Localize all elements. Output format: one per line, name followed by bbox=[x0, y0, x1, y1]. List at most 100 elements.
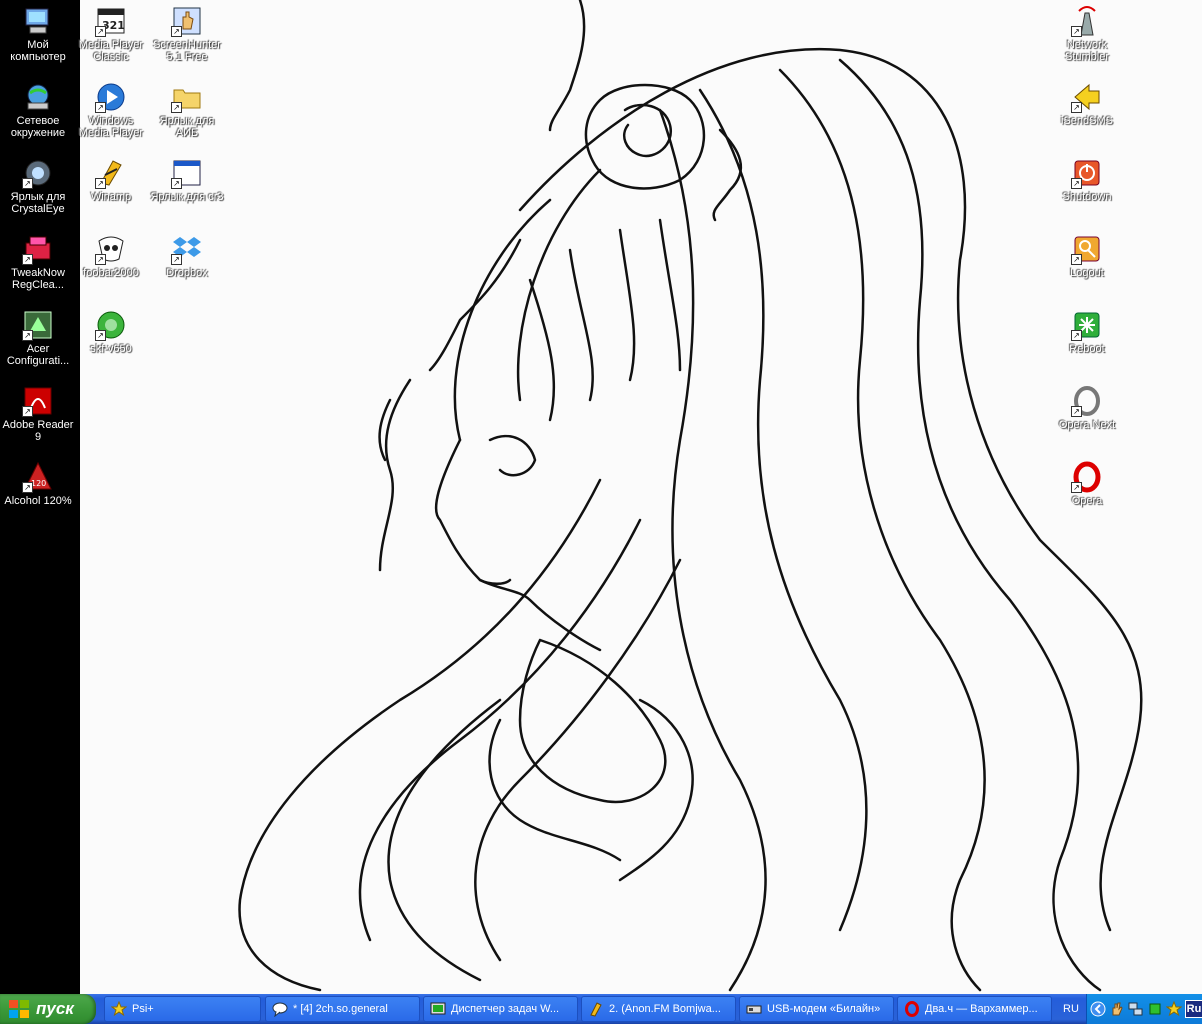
desktop-icon-label: Windows Media Player bbox=[78, 115, 144, 139]
desktop-icon-window[interactable]: ↗ Ярлык для cr3 bbox=[149, 154, 225, 203]
screenhunter-icon: ↗ bbox=[171, 5, 203, 37]
desktop-icon-screenhunter[interactable]: ↗ ScreenHunter 5.1 Free bbox=[149, 2, 225, 63]
desktop-icon-label: foobar2000 bbox=[83, 267, 139, 279]
my-computer-icon bbox=[22, 5, 54, 37]
taskbar-button-label: USB-модем «Билайн» bbox=[767, 1003, 881, 1015]
desktop-icon-crystaleye[interactable]: ↗ Ярлык для CrystalEye bbox=[0, 154, 76, 215]
taskbar-button[interactable]: USB-модем «Билайн» bbox=[739, 996, 894, 1022]
alcohol-icon: 120 ↗ bbox=[22, 461, 54, 493]
taskbar-button-label: Psi+ bbox=[132, 1003, 154, 1015]
opera-icon: ↗ bbox=[1071, 461, 1103, 493]
desktop-icon-label: Network Stumbler bbox=[1064, 39, 1110, 63]
winamp-icon: ↗ bbox=[95, 157, 127, 189]
acer-config-icon: ↗ bbox=[22, 309, 54, 341]
desktop-icon-label: Сетевое окружение bbox=[10, 115, 66, 139]
desktop-icon-label: Opera bbox=[1071, 495, 1103, 507]
taskbar-button[interactable]: 2. (Anon.FM Bomjwa... bbox=[581, 996, 736, 1022]
shortcut-arrow-icon: ↗ bbox=[1071, 102, 1082, 113]
green-status-icon[interactable] bbox=[1147, 1001, 1163, 1017]
taskbar-button[interactable]: * [4] 2ch.so.general bbox=[265, 996, 420, 1022]
windows-flag-icon bbox=[9, 1000, 29, 1018]
taskbar-button-label: 2. (Anon.FM Bomjwa... bbox=[609, 1003, 721, 1015]
wallpaper-line-art bbox=[238, 0, 1143, 992]
shortcut-arrow-icon: ↗ bbox=[95, 102, 106, 113]
shortcut-arrow-icon: ↗ bbox=[95, 26, 106, 37]
modem-icon bbox=[746, 1005, 762, 1014]
desktop-icon-label: Winamp bbox=[90, 191, 132, 203]
taskbar-button-label: Два.ч — Вархаммер... bbox=[925, 1003, 1038, 1015]
language-indicator[interactable]: RU bbox=[1058, 999, 1084, 1019]
desktop-icon-my-computer[interactable]: Мой компьютер bbox=[0, 2, 76, 63]
shortcut-arrow-icon: ↗ bbox=[171, 178, 182, 189]
shutdown-icon: ↗ bbox=[1071, 157, 1103, 189]
network-icon[interactable] bbox=[1128, 1001, 1144, 1017]
desktop-icon-opera[interactable]: ↗ Opera bbox=[1049, 458, 1125, 507]
adobe-reader-icon: ↗ bbox=[22, 385, 54, 417]
window-icon: ↗ bbox=[171, 157, 203, 189]
desktop-icon-label: Adobe Reader 9 bbox=[2, 419, 74, 443]
desktop-icon-label: TweakNow RegClea... bbox=[11, 267, 65, 291]
isendsms-icon: ↗ bbox=[1071, 81, 1103, 113]
desktop-icon-windows-media-player[interactable]: ↗ Windows Media Player bbox=[73, 78, 149, 139]
desktop-icon-alcohol[interactable]: 120 ↗ Alcohol 120% bbox=[0, 458, 76, 507]
tray-language[interactable]: Ru bbox=[1185, 1000, 1202, 1018]
media-player-classic-icon: 321 ↗ bbox=[95, 5, 127, 37]
chevron-left-icon[interactable] bbox=[1090, 1001, 1106, 1017]
desktop-icon-tweaknow[interactable]: ↗ TweakNow RegClea... bbox=[0, 230, 76, 291]
desktop-icon-label: Opera Next bbox=[1058, 419, 1116, 431]
folder-icon: ↗ bbox=[171, 81, 203, 113]
opera-next-icon: ↗ bbox=[1071, 385, 1103, 417]
desktop-icon-foobar[interactable]: ↗ foobar2000 bbox=[73, 230, 149, 279]
star-icon[interactable] bbox=[1166, 1001, 1182, 1017]
desktop-icon-adobe-reader[interactable]: ↗ Adobe Reader 9 bbox=[0, 382, 76, 443]
desktop[interactable]: Мой компьютер Сетевое окружение ↗ Ярлык для… bbox=[0, 0, 1202, 994]
taskbar-button-label: Диспетчер задач W... bbox=[451, 1003, 560, 1015]
desktop-icon-folder[interactable]: ↗ Ярлык для АИБ bbox=[149, 78, 225, 139]
taskbar-button[interactable]: Диспетчер задач W... bbox=[423, 996, 578, 1022]
network-places-icon bbox=[22, 81, 54, 113]
svg-text:120: 120 bbox=[31, 479, 46, 488]
desktop-icon-label: Alcohol 120% bbox=[4, 495, 72, 507]
shortcut-arrow-icon: ↗ bbox=[171, 102, 182, 113]
desktop-icon-label: Acer Configurati... bbox=[6, 343, 70, 367]
desktop-icon-label: Media Player Classic bbox=[78, 39, 144, 63]
chat-bubble-icon bbox=[272, 1002, 288, 1017]
desktop-icon-label: skf-v650 bbox=[90, 343, 132, 355]
shortcut-arrow-icon: ↗ bbox=[95, 330, 106, 341]
shortcut-arrow-icon: ↗ bbox=[22, 178, 33, 189]
desktop-icon-network-places[interactable]: Сетевое окружение bbox=[0, 78, 76, 139]
desktop-icon-media-player-classic[interactable]: 321 ↗ Media Player Classic bbox=[73, 2, 149, 63]
windows-media-player-icon: ↗ bbox=[95, 81, 127, 113]
desktop-icon-network-stumbler[interactable]: ↗ Network Stumbler bbox=[1049, 2, 1125, 63]
shortcut-arrow-icon: ↗ bbox=[22, 406, 33, 417]
logout-icon: ↗ bbox=[1071, 233, 1103, 265]
desktop-icon-label: Ярлык для cr3 bbox=[150, 191, 224, 203]
desktop-icon-acer-config[interactable]: ↗ Acer Configurati... bbox=[0, 306, 76, 367]
crystaleye-icon: ↗ bbox=[22, 157, 54, 189]
desktop-icon-label: Dropbox bbox=[166, 267, 208, 279]
start-button[interactable]: пуск bbox=[0, 994, 96, 1024]
desktop-icon-winamp[interactable]: ↗ Winamp bbox=[73, 154, 149, 203]
desktop-icon-label: Ярлык для АИБ bbox=[159, 115, 215, 139]
taskbar-button[interactable]: Два.ч — Вархаммер... bbox=[897, 996, 1052, 1022]
shortcut-arrow-icon: ↗ bbox=[1071, 482, 1082, 493]
shortcut-arrow-icon: ↗ bbox=[1071, 330, 1082, 341]
desktop-icon-label: Мой компьютер bbox=[10, 39, 66, 63]
taskbar-button[interactable]: Psi+ bbox=[104, 996, 261, 1022]
desktop-icon-label: iSendSMS bbox=[1061, 115, 1113, 127]
desktop-icon-isendsms[interactable]: ↗ iSendSMS bbox=[1049, 78, 1125, 127]
desktop-icon-opera-next[interactable]: ↗ Opera Next bbox=[1049, 382, 1125, 431]
desktop-icon-dropbox[interactable]: ↗ Dropbox bbox=[149, 230, 225, 279]
desktop-icon-skf[interactable]: ↗ skf-v650 bbox=[73, 306, 149, 355]
opera-icon bbox=[905, 1001, 919, 1017]
desktop-icon-shutdown[interactable]: ↗ Shutdown bbox=[1049, 154, 1125, 203]
taskbar: пуск Psi+ * [4] 2ch.so.general Диспетчер з… bbox=[0, 994, 1202, 1024]
shortcut-arrow-icon: ↗ bbox=[171, 26, 182, 37]
hand-icon[interactable] bbox=[1109, 1001, 1125, 1017]
tweaknow-icon: ↗ bbox=[22, 233, 54, 265]
system-tray: Ru bbox=[1086, 994, 1202, 1024]
desktop-icon-logout[interactable]: ↗ Logout bbox=[1049, 230, 1125, 279]
skf-icon: ↗ bbox=[95, 309, 127, 341]
star-icon bbox=[111, 1001, 127, 1017]
desktop-icon-reboot[interactable]: ↗ Reboot bbox=[1049, 306, 1125, 355]
